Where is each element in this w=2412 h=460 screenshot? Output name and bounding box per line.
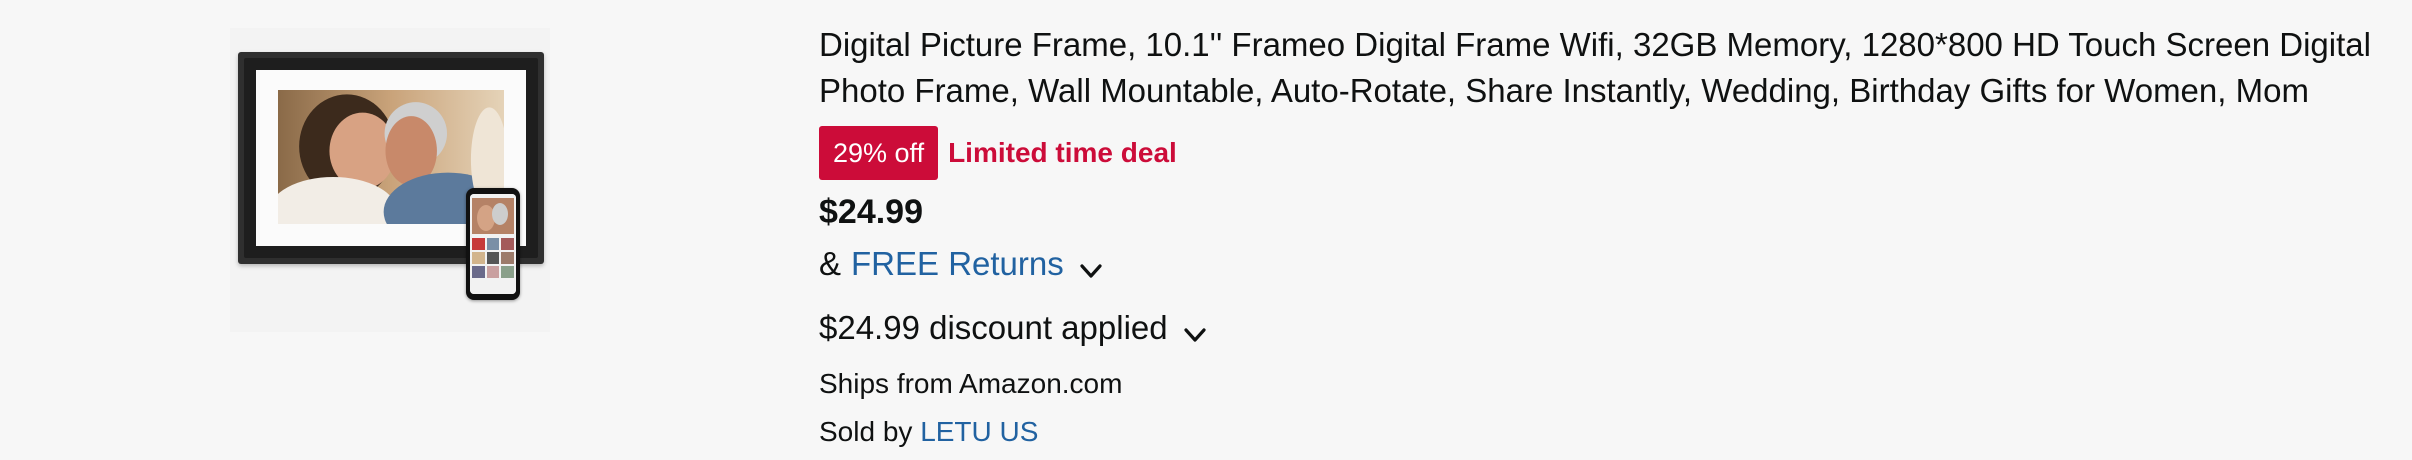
product-image[interactable] — [230, 28, 550, 332]
discount-badge: 29% off — [819, 126, 939, 180]
product-details: Digital Picture Frame, 10.1'' Frameo Dig… — [819, 22, 2389, 452]
limited-time-deal-label: Limited time deal — [948, 137, 1177, 168]
product-title-link[interactable]: Digital Picture Frame, 10.1'' Frameo Dig… — [819, 22, 2389, 114]
chevron-down-icon[interactable] — [1078, 251, 1104, 278]
discount-applied-text: $24.99 discount applied — [819, 309, 1168, 346]
free-returns-link[interactable]: FREE Returns — [851, 242, 1064, 286]
phone-icon — [466, 188, 520, 300]
ships-from: Ships from Amazon.com — [819, 368, 1123, 399]
returns-row: & FREE Returns — [819, 242, 2389, 286]
chevron-down-icon[interactable] — [1182, 315, 1208, 342]
returns-prefix: & — [819, 245, 842, 282]
discount-applied-row[interactable]: $24.99 discount applied — [819, 306, 2389, 350]
price: $24.99 — [819, 193, 923, 231]
seller-link[interactable]: LETU US — [920, 416, 1038, 447]
sold-by-row: Sold by LETU US — [819, 412, 2389, 452]
deal-row: 29% off Limited time deal — [819, 126, 2389, 180]
sold-by-label: Sold by — [819, 416, 913, 447]
